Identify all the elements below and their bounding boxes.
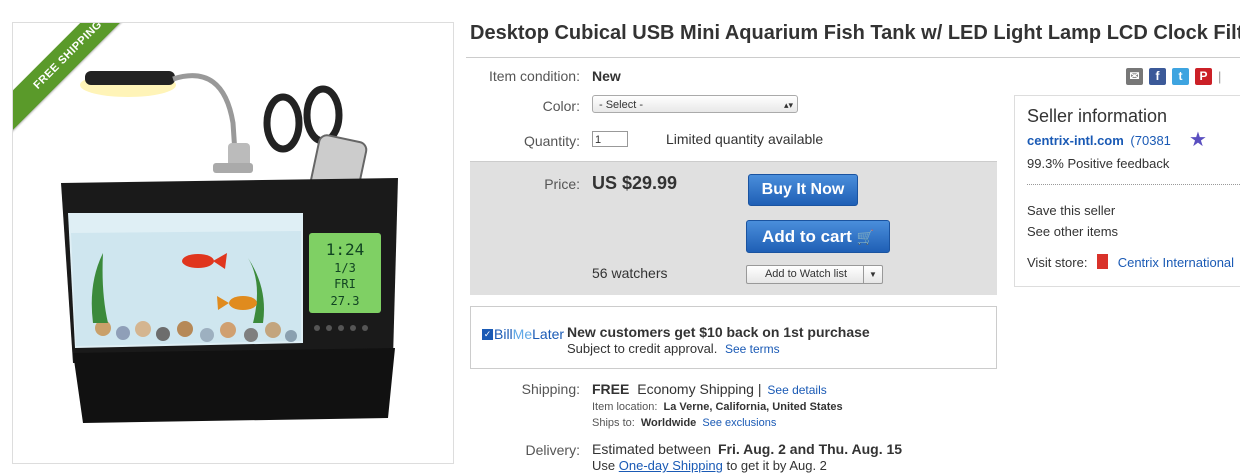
seller-divider — [1027, 184, 1240, 185]
checkbox-icon: ✓ — [482, 328, 493, 340]
price-value: US $29.99 — [592, 173, 678, 193]
lcd-date: 1/3 — [334, 261, 356, 275]
lcd-time: 1:24 — [326, 240, 365, 259]
bill-me-later-logo: ✓ Bill Me Later — [482, 326, 564, 342]
seller-name-row: centrix-intl.com (70381 — [1027, 133, 1171, 148]
bml-logo-me: Me — [512, 326, 533, 342]
visit-store-row: Visit store: Centrix International — [1027, 254, 1234, 270]
share-separator: | — [1218, 69, 1222, 84]
star-icon: ★ — [1189, 129, 1207, 151]
twitter-icon[interactable]: t — [1172, 68, 1189, 85]
delivery-estimate: Estimated between Fri. Aug. 2 and Thu. A… — [592, 441, 902, 457]
location-label: Item location: — [592, 401, 658, 413]
visit-store-label: Visit store: — [1027, 255, 1088, 270]
delivery-upgrade: Use One-day Shipping to get it by Aug. 2 — [592, 458, 827, 473]
buy-it-now-label: Buy It Now — [761, 181, 845, 198]
bml-logo-later: Later — [532, 326, 565, 342]
watch-list-label[interactable]: Add to Watch list — [747, 266, 865, 283]
bml-subtext: Subject to credit approval. See terms — [567, 341, 780, 356]
color-select-value: - Select - — [599, 99, 644, 111]
lcd-temp: 27.3 — [331, 294, 360, 308]
delivery-label: Delivery: — [525, 442, 580, 458]
shipping-free: FREE — [592, 381, 630, 397]
store-icon — [1097, 254, 1109, 269]
see-terms-link[interactable]: See terms — [725, 342, 780, 356]
email-icon[interactable]: ✉ — [1126, 68, 1143, 85]
color-select[interactable]: - Select - ▴▾ — [592, 95, 798, 113]
ships-to: Ships to: Worldwide See exclusions — [592, 417, 776, 429]
location-value: La Verne, California, United States — [663, 401, 843, 413]
condition-value: New — [592, 68, 621, 84]
store-name-link[interactable]: Centrix International — [1118, 255, 1234, 270]
seller-feedback-score[interactable]: (70381 — [1130, 133, 1170, 148]
select-arrows-icon: ▴▾ — [783, 100, 793, 110]
ships-to-label: Ships to: — [592, 417, 635, 429]
title-divider — [466, 57, 1240, 58]
one-day-shipping-link[interactable]: One-day Shipping — [619, 458, 723, 473]
shipping-label: Shipping: — [521, 381, 580, 397]
see-details-link[interactable]: See details — [767, 383, 826, 397]
lcd-day: FRI — [334, 277, 356, 291]
quantity-input[interactable]: 1 — [592, 131, 628, 147]
add-to-watch-list-button[interactable]: Add to Watch list ▼ — [746, 265, 883, 284]
price-label: Price: — [544, 176, 580, 192]
pinterest-icon[interactable]: P — [1195, 68, 1212, 85]
cart-icon: 🛒 — [856, 229, 874, 245]
aquarium-image: 1:24 1/3 FRI 27.3 — [61, 71, 398, 423]
seller-heading: Seller information — [1027, 106, 1168, 126]
save-seller-link[interactable]: Save this seller — [1027, 203, 1115, 218]
product-image[interactable]: 1:24 1/3 FRI 27.3 FREE SHIPPING — [12, 22, 454, 464]
see-other-items-link[interactable]: See other items — [1027, 224, 1118, 239]
seller-feedback: 99.3% Positive feedback — [1027, 156, 1170, 171]
share-bar: ✉ f t P | — [1126, 68, 1221, 85]
condition-label: Item condition: — [488, 68, 580, 84]
seller-name-link[interactable]: centrix-intl.com — [1027, 133, 1124, 148]
quantity-label: Quantity: — [523, 133, 580, 149]
shipping-info: FREE Economy Shipping | See details — [592, 381, 827, 397]
shipping-method: Economy Shipping | — [637, 381, 762, 397]
product-title: Desktop Cubical USB Mini Aquarium Fish T… — [470, 22, 1240, 44]
delivery-suffix: to get it by Aug. 2 — [726, 458, 827, 473]
delivery-use: Use — [592, 458, 616, 473]
chevron-down-icon[interactable]: ▼ — [863, 266, 882, 283]
see-exclusions-link[interactable]: See exclusions — [702, 417, 776, 429]
facebook-icon[interactable]: f — [1149, 68, 1166, 85]
watchers-count: 56 watchers — [592, 265, 668, 281]
delivery-prefix: Estimated between — [592, 441, 712, 457]
ships-to-value: Worldwide — [640, 417, 697, 429]
add-to-cart-button[interactable]: Add to cart 🛒 — [746, 220, 890, 253]
bml-approval-text: Subject to credit approval. — [567, 341, 718, 356]
delivery-dates: Fri. Aug. 2 and Thu. Aug. 15 — [717, 441, 903, 457]
add-to-cart-label: Add to cart — [762, 227, 852, 246]
item-location: Item location: La Verne, California, Uni… — [592, 401, 843, 413]
bml-logo-bill: Bill — [494, 326, 513, 342]
quantity-note: Limited quantity available — [666, 131, 824, 147]
bml-headline: New customers get $10 back on 1st purcha… — [567, 324, 870, 340]
buy-it-now-button[interactable]: Buy It Now — [748, 174, 858, 206]
color-label: Color: — [542, 98, 580, 114]
